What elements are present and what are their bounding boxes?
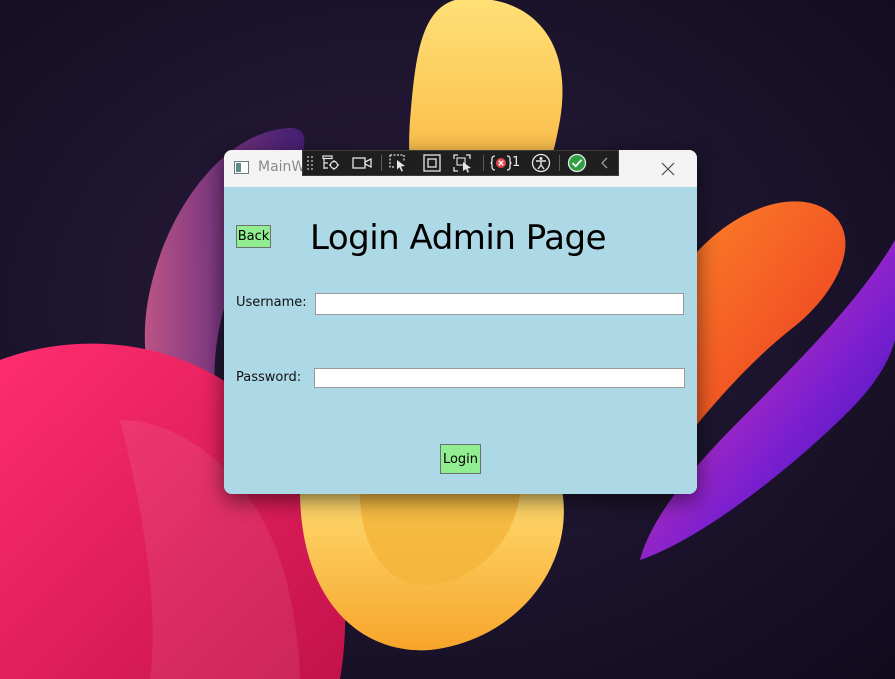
accessibility-checker-button[interactable]	[529, 152, 553, 174]
password-input[interactable]	[314, 368, 685, 388]
username-label: Username:	[236, 295, 307, 310]
binding-failures-count: 1	[512, 155, 521, 170]
select-element-icon	[322, 155, 339, 170]
show-in-xaml-live-preview-button[interactable]	[350, 152, 374, 174]
hot-reload-status-icon	[567, 153, 587, 173]
xaml-debug-toolbar: 1	[302, 150, 619, 176]
collapse-toolbar-button[interactable]	[595, 152, 615, 174]
back-button[interactable]: Back	[236, 225, 271, 248]
go-to-live-visual-tree-button[interactable]	[319, 152, 343, 174]
password-label: Password:	[236, 370, 302, 385]
track-focus-icon	[453, 154, 471, 173]
username-input[interactable]	[315, 293, 684, 315]
page-title: Login Admin Page	[310, 218, 607, 258]
display-layout-adorners-button[interactable]	[420, 152, 444, 174]
track-focused-element-button[interactable]	[451, 152, 475, 174]
binding-failures-button[interactable]	[489, 152, 513, 174]
select-element-in-app-button[interactable]	[387, 152, 411, 174]
close-icon	[661, 162, 675, 175]
close-window-button[interactable]	[639, 150, 697, 187]
hot-reload-status-button[interactable]	[565, 152, 589, 174]
accessibility-icon	[531, 153, 551, 173]
live-preview-icon	[352, 157, 372, 169]
login-admin-content: Back Login Admin Page Username: Password…	[224, 187, 697, 494]
app-window-icon	[234, 161, 249, 174]
collapse-chevron-icon	[601, 157, 608, 169]
window-title: MainW	[258, 159, 306, 175]
grip-icon[interactable]	[307, 156, 313, 170]
binding-failures-icon	[490, 155, 512, 171]
login-button[interactable]: Login	[440, 444, 481, 474]
display-layout-adorners-icon	[423, 154, 441, 172]
select-element-in-app-icon	[389, 154, 405, 172]
main-window: MainW Back Login Admin Page Username: Pa…	[224, 150, 697, 494]
